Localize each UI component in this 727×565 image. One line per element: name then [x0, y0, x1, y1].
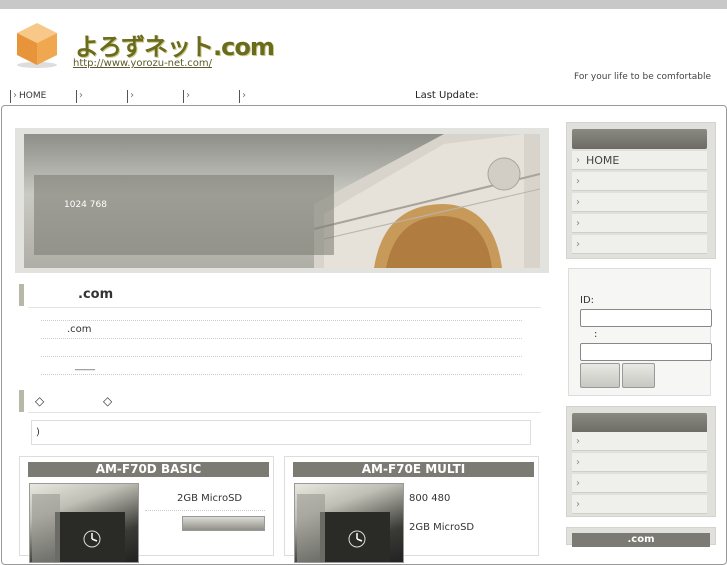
top-strip	[0, 0, 727, 9]
sidebar-item-2[interactable]	[572, 172, 707, 191]
product-title[interactable]: AM-F70D BASIC	[28, 462, 269, 477]
login-password-input[interactable]	[580, 343, 712, 361]
sidebar-item-3[interactable]	[572, 193, 707, 212]
notice-box: )	[31, 420, 531, 445]
site-url-link[interactable]: http://www.yorozu-net.com/	[73, 58, 212, 69]
product-image[interactable]	[294, 483, 404, 563]
login-id-input[interactable]	[580, 309, 712, 327]
topnav-item-4[interactable]	[183, 89, 239, 103]
sidebar-menu: HOME	[566, 122, 716, 259]
divider	[28, 307, 541, 308]
product-card[interactable]: AM-F70D BASIC 2GB MicroSD	[19, 456, 274, 563]
sidebar-bottom-tab: .com	[566, 527, 716, 547]
sidebar-item-4[interactable]	[572, 214, 707, 233]
login-password-label: :	[594, 329, 598, 340]
topnav-item-2[interactable]	[76, 89, 126, 103]
section1-link[interactable]: ____	[75, 360, 95, 371]
section2-item2[interactable]: ◇	[103, 394, 112, 408]
product-image[interactable]	[29, 483, 139, 563]
sidebar2-item-3[interactable]	[572, 474, 707, 493]
section-marker	[19, 390, 24, 412]
product-spec2: 2GB MicroSD	[409, 522, 475, 533]
sidebar2-item-1[interactable]	[572, 432, 707, 451]
sidebar2-item-4[interactable]	[572, 495, 707, 514]
product-title[interactable]: AM-F70E MULTI	[293, 462, 534, 477]
last-update-label: Last Update:	[415, 90, 479, 101]
login-box: ID: :	[568, 268, 712, 396]
login-submit-button[interactable]	[580, 363, 620, 388]
topnav-item-5[interactable]	[239, 89, 295, 103]
product-spec1: 800 480	[409, 493, 451, 504]
divider	[28, 412, 541, 413]
login-reset-button[interactable]	[622, 363, 655, 388]
login-id-label: ID:	[580, 295, 595, 306]
top-navigation: HOME	[0, 88, 727, 105]
topnav-item-home[interactable]: HOME	[10, 89, 76, 103]
sidebar-menu-header	[572, 129, 707, 149]
divider	[41, 356, 522, 357]
divider	[41, 338, 522, 339]
product-detail-button[interactable]	[182, 516, 265, 531]
sidebar-menu2-header	[572, 413, 707, 433]
sidebar-menu-secondary	[566, 406, 716, 517]
divider	[145, 510, 265, 511]
site-tagline: For your life to be comfortable	[574, 72, 711, 82]
sidebar2-item-2[interactable]	[572, 453, 707, 472]
sidebar-item-5[interactable]	[572, 235, 707, 254]
hero-caption-box	[34, 175, 334, 255]
logo-cube-icon	[17, 23, 57, 68]
site-logo[interactable]: よろずネット.com	[75, 27, 275, 62]
product-card[interactable]: AM-F70E MULTI 800 480 2GB MicroSD	[284, 456, 539, 563]
divider	[41, 374, 522, 375]
hero-caption: 1024 768	[64, 200, 107, 210]
product-spec1: 2GB MicroSD	[177, 493, 243, 504]
topnav-item-3[interactable]	[127, 89, 183, 103]
sidebar-item-home[interactable]: HOME	[572, 151, 707, 170]
section1-line1: .com	[67, 324, 92, 335]
section2-item1[interactable]: ◇	[35, 394, 44, 408]
divider	[41, 320, 522, 321]
section1-title: .com	[78, 287, 114, 302]
section-marker	[19, 284, 24, 306]
notice-text: )	[36, 427, 40, 438]
